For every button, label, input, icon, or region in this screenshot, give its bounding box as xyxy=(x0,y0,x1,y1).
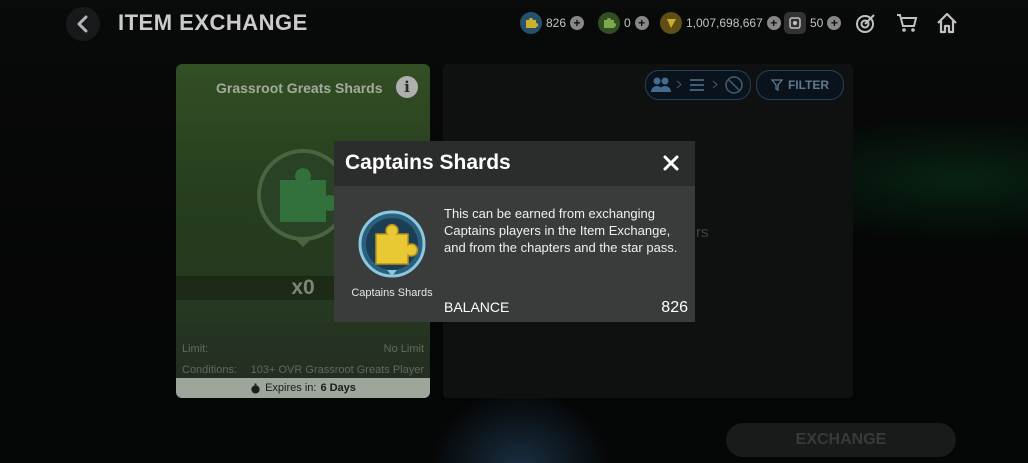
item-description: This can be earned from exchanging Capta… xyxy=(444,206,678,255)
item-name: Captains Shards xyxy=(351,287,433,299)
balance-value: 826 xyxy=(661,299,688,316)
balance-label: BALANCE xyxy=(444,299,510,315)
close-button[interactable] xyxy=(658,150,684,176)
dialog-title: Captains Shards xyxy=(345,151,511,174)
item-info-dialog: Captains Shards Captains Shards This can… xyxy=(334,141,695,322)
dialog-header: Captains Shards xyxy=(334,141,695,186)
close-icon xyxy=(663,155,679,171)
captains-shard-icon xyxy=(358,210,426,278)
